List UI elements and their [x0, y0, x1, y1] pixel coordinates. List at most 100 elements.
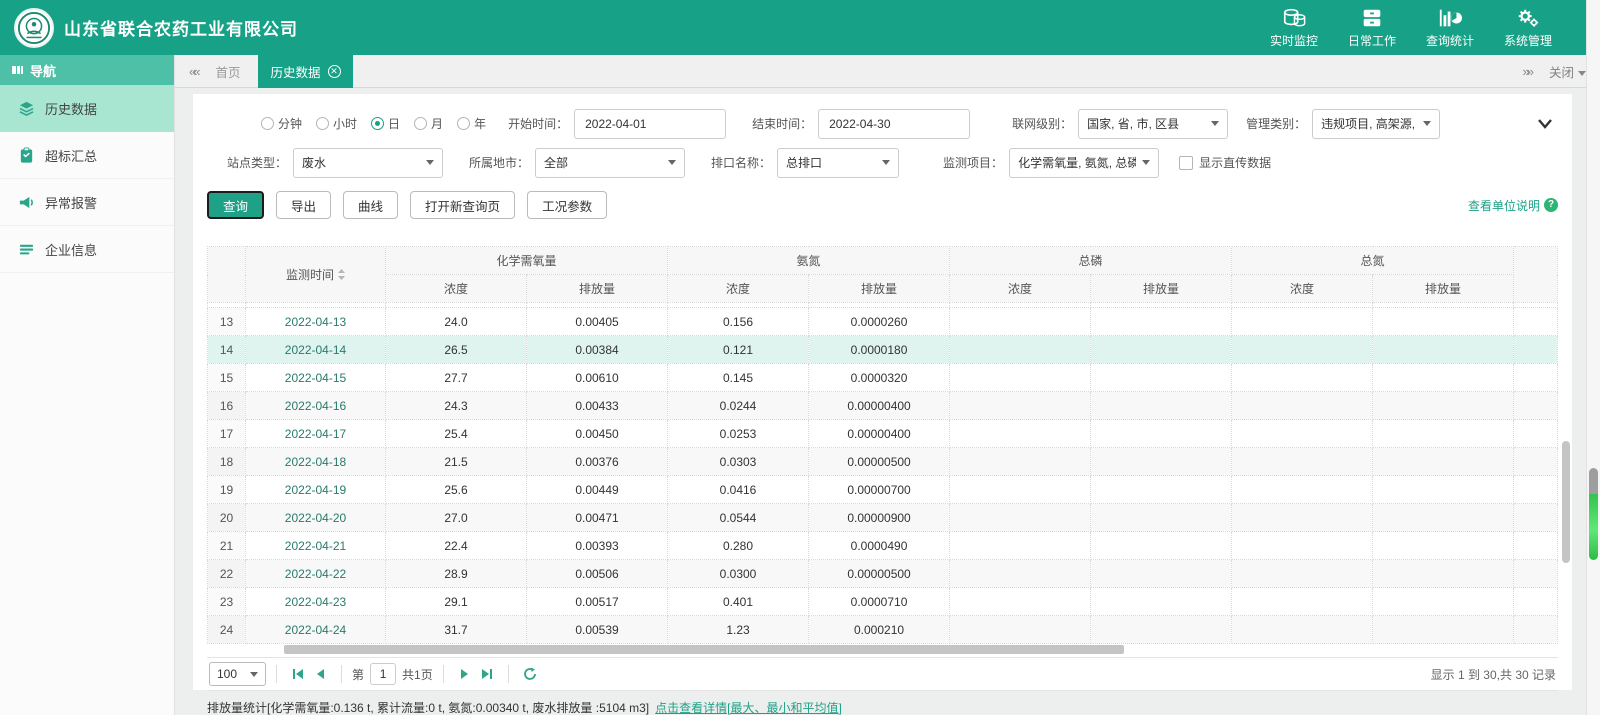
cell-cod_e: 0.00450 [527, 420, 668, 448]
working-params-button[interactable]: 工况参数 [527, 191, 607, 219]
table-row[interactable]: 152022-04-1527.70.006100.1450.0000320 [208, 364, 1558, 392]
tab-close-icon[interactable]: ✕ [328, 65, 341, 78]
cell-tn_c [1232, 392, 1373, 420]
query-button[interactable]: 查询 [207, 191, 264, 219]
page-scrollbar-thumb[interactable] [1589, 468, 1598, 560]
divider [341, 665, 342, 683]
menu-label: 查询统计 [1426, 32, 1474, 49]
cell-tn_c [1232, 308, 1373, 336]
stats-detail-link[interactable]: 点击查看详情[最大、最小和平均值] [655, 701, 842, 715]
end-time-input[interactable] [818, 109, 970, 139]
close-menu-button[interactable]: 关闭 [1549, 62, 1586, 81]
prev-page-button[interactable] [309, 663, 331, 685]
station-type-select[interactable]: 废水 [293, 148, 443, 178]
row-index: 14 [208, 336, 246, 364]
monitor-item-label: 监测项目： [943, 154, 1003, 171]
cell-nh_e: 0.00000400 [809, 392, 950, 420]
tabs-scroll-left-icon[interactable]: «« [189, 64, 197, 79]
row-index: 18 [208, 448, 246, 476]
row-index: 19 [208, 476, 246, 504]
unit-description-link[interactable]: 查看单位说明 ? [1468, 197, 1558, 214]
next-page-button[interactable] [454, 663, 476, 685]
sort-icon[interactable] [338, 269, 345, 280]
network-level-select[interactable]: 国家, 省, 市, 区县 [1078, 109, 1228, 139]
page-size-select[interactable]: 100 [209, 662, 266, 686]
cell-pad [1514, 532, 1558, 560]
curve-button[interactable]: 曲线 [343, 191, 398, 219]
radio-minute[interactable]: 分钟 [261, 115, 302, 132]
table-row[interactable]: 192022-04-1925.60.004490.04160.00000700 [208, 476, 1558, 504]
table-row[interactable]: 172022-04-1725.40.004500.02530.00000400 [208, 420, 1558, 448]
radio-hour[interactable]: 小时 [316, 115, 357, 132]
direct-data-checkbox[interactable]: 显示直传数据 [1179, 154, 1271, 171]
sidebar-item-abnormal-alarm[interactable]: 异常报警 [0, 179, 174, 226]
table-row[interactable]: 212022-04-2122.40.003930.2800.0000490 [208, 532, 1558, 560]
cell-tp_c [950, 364, 1091, 392]
menu-query-statistics[interactable]: 查询统计 [1424, 7, 1476, 49]
table-row[interactable]: 242022-04-2431.70.005391.230.000210 [208, 616, 1558, 644]
row-index: 21 [208, 532, 246, 560]
cell-monitor-time: 2022-04-17 [246, 420, 386, 448]
table-row[interactable]: 132022-04-1324.00.004050.1560.0000260 [208, 308, 1558, 336]
menu-realtime-monitor[interactable]: 实时监控 [1268, 7, 1320, 49]
page-number-input[interactable] [370, 663, 396, 685]
export-button[interactable]: 导出 [276, 191, 331, 219]
table-vertical-scrollbar[interactable] [1562, 441, 1570, 563]
cell-tn_e [1373, 364, 1514, 392]
table-row[interactable]: 232022-04-2329.10.005170.4010.0000710 [208, 588, 1558, 616]
menu-system-management[interactable]: 系统管理 [1502, 7, 1554, 49]
manage-category-select[interactable]: 违规项目, 高架源, 重点排污 [1312, 109, 1440, 139]
cell-pad [1514, 560, 1558, 588]
refresh-button[interactable] [519, 663, 541, 685]
sidebar-item-history-data[interactable]: 历史数据 [0, 85, 174, 132]
data-table-wrap: 监测时间 化学需氧量 氨氮 总磷 总氮 浓度 排放量 浓度 排放 [207, 246, 1558, 655]
sub-header-emission: 排放量 [1091, 275, 1232, 303]
open-new-query-button[interactable]: 打开新查询页 [410, 191, 515, 219]
table-row[interactable]: 162022-04-1624.30.004330.02440.00000400 [208, 392, 1558, 420]
page-scrollbar-track [1586, 0, 1600, 715]
sidebar-nav-title: 导航 [0, 55, 174, 85]
data-table: 监测时间 化学需氧量 氨氮 总磷 总氮 浓度 排放量 浓度 排放 [207, 246, 1558, 644]
cell-nh_c: 0.156 [668, 308, 809, 336]
monitor-item-select[interactable]: 化学需氧量, 氨氮, 总磷, 总氮 [1009, 148, 1159, 178]
cell-monitor-time: 2022-04-23 [246, 588, 386, 616]
table-row[interactable]: 222022-04-2228.90.005060.03000.00000500 [208, 560, 1558, 588]
row-index: 20 [208, 504, 246, 532]
city-select[interactable]: 全部 [535, 148, 685, 178]
tabs-scroll-right-icon[interactable]: »» [1523, 64, 1531, 79]
radio-day[interactable]: 日 [371, 115, 400, 132]
cell-cod_e: 0.00393 [527, 532, 668, 560]
network-level-label: 联网级别： [1012, 115, 1072, 132]
cell-cod_e: 0.00506 [527, 560, 668, 588]
sub-header-emission: 排放量 [527, 275, 668, 303]
sidebar-item-exceed-summary[interactable]: 超标汇总 [0, 132, 174, 179]
outlet-name-select[interactable]: 总排口 [777, 148, 899, 178]
chart-icon [1438, 7, 1462, 29]
cell-tp_c [950, 448, 1091, 476]
tab-history-data[interactable]: 历史数据 ✕ [258, 55, 352, 88]
cell-cod_c: 21.5 [386, 448, 527, 476]
table-row[interactable]: 182022-04-1821.50.003760.03030.00000500 [208, 448, 1558, 476]
first-page-button[interactable] [287, 663, 309, 685]
radio-icon [316, 117, 329, 130]
cell-cod_e: 0.00376 [527, 448, 668, 476]
table-row[interactable]: 202022-04-2027.00.004710.05440.00000900 [208, 504, 1558, 532]
radio-month[interactable]: 月 [414, 115, 443, 132]
sidebar-item-company-info[interactable]: 企业信息 [0, 226, 174, 273]
radio-year[interactable]: 年 [457, 115, 486, 132]
cell-cod_c: 24.3 [386, 392, 527, 420]
period-radio-group: 分钟 小时 日 月 年 [261, 115, 486, 132]
tab-home[interactable]: 首页 [197, 62, 258, 81]
table-horizontal-scrollbar[interactable] [284, 645, 1124, 654]
content-area: «« 首页 历史数据 ✕ »» 关闭 分钟 小时 日 月 [175, 55, 1600, 715]
start-time-input[interactable] [574, 109, 726, 139]
cell-cod_e: 0.00517 [527, 588, 668, 616]
collapse-filters-chevron-icon[interactable] [1538, 119, 1552, 129]
last-page-button[interactable] [476, 663, 498, 685]
time-column-header[interactable]: 监测时间 [246, 247, 386, 303]
menu-daily-work[interactable]: 日常工作 [1346, 7, 1398, 49]
table-row[interactable]: 142022-04-1426.50.003840.1210.0000180 [208, 336, 1558, 364]
pagination-bar: 100 第 共1页 [207, 657, 1558, 691]
cell-cod_c: 27.7 [386, 364, 527, 392]
cell-tn_e [1373, 616, 1514, 644]
